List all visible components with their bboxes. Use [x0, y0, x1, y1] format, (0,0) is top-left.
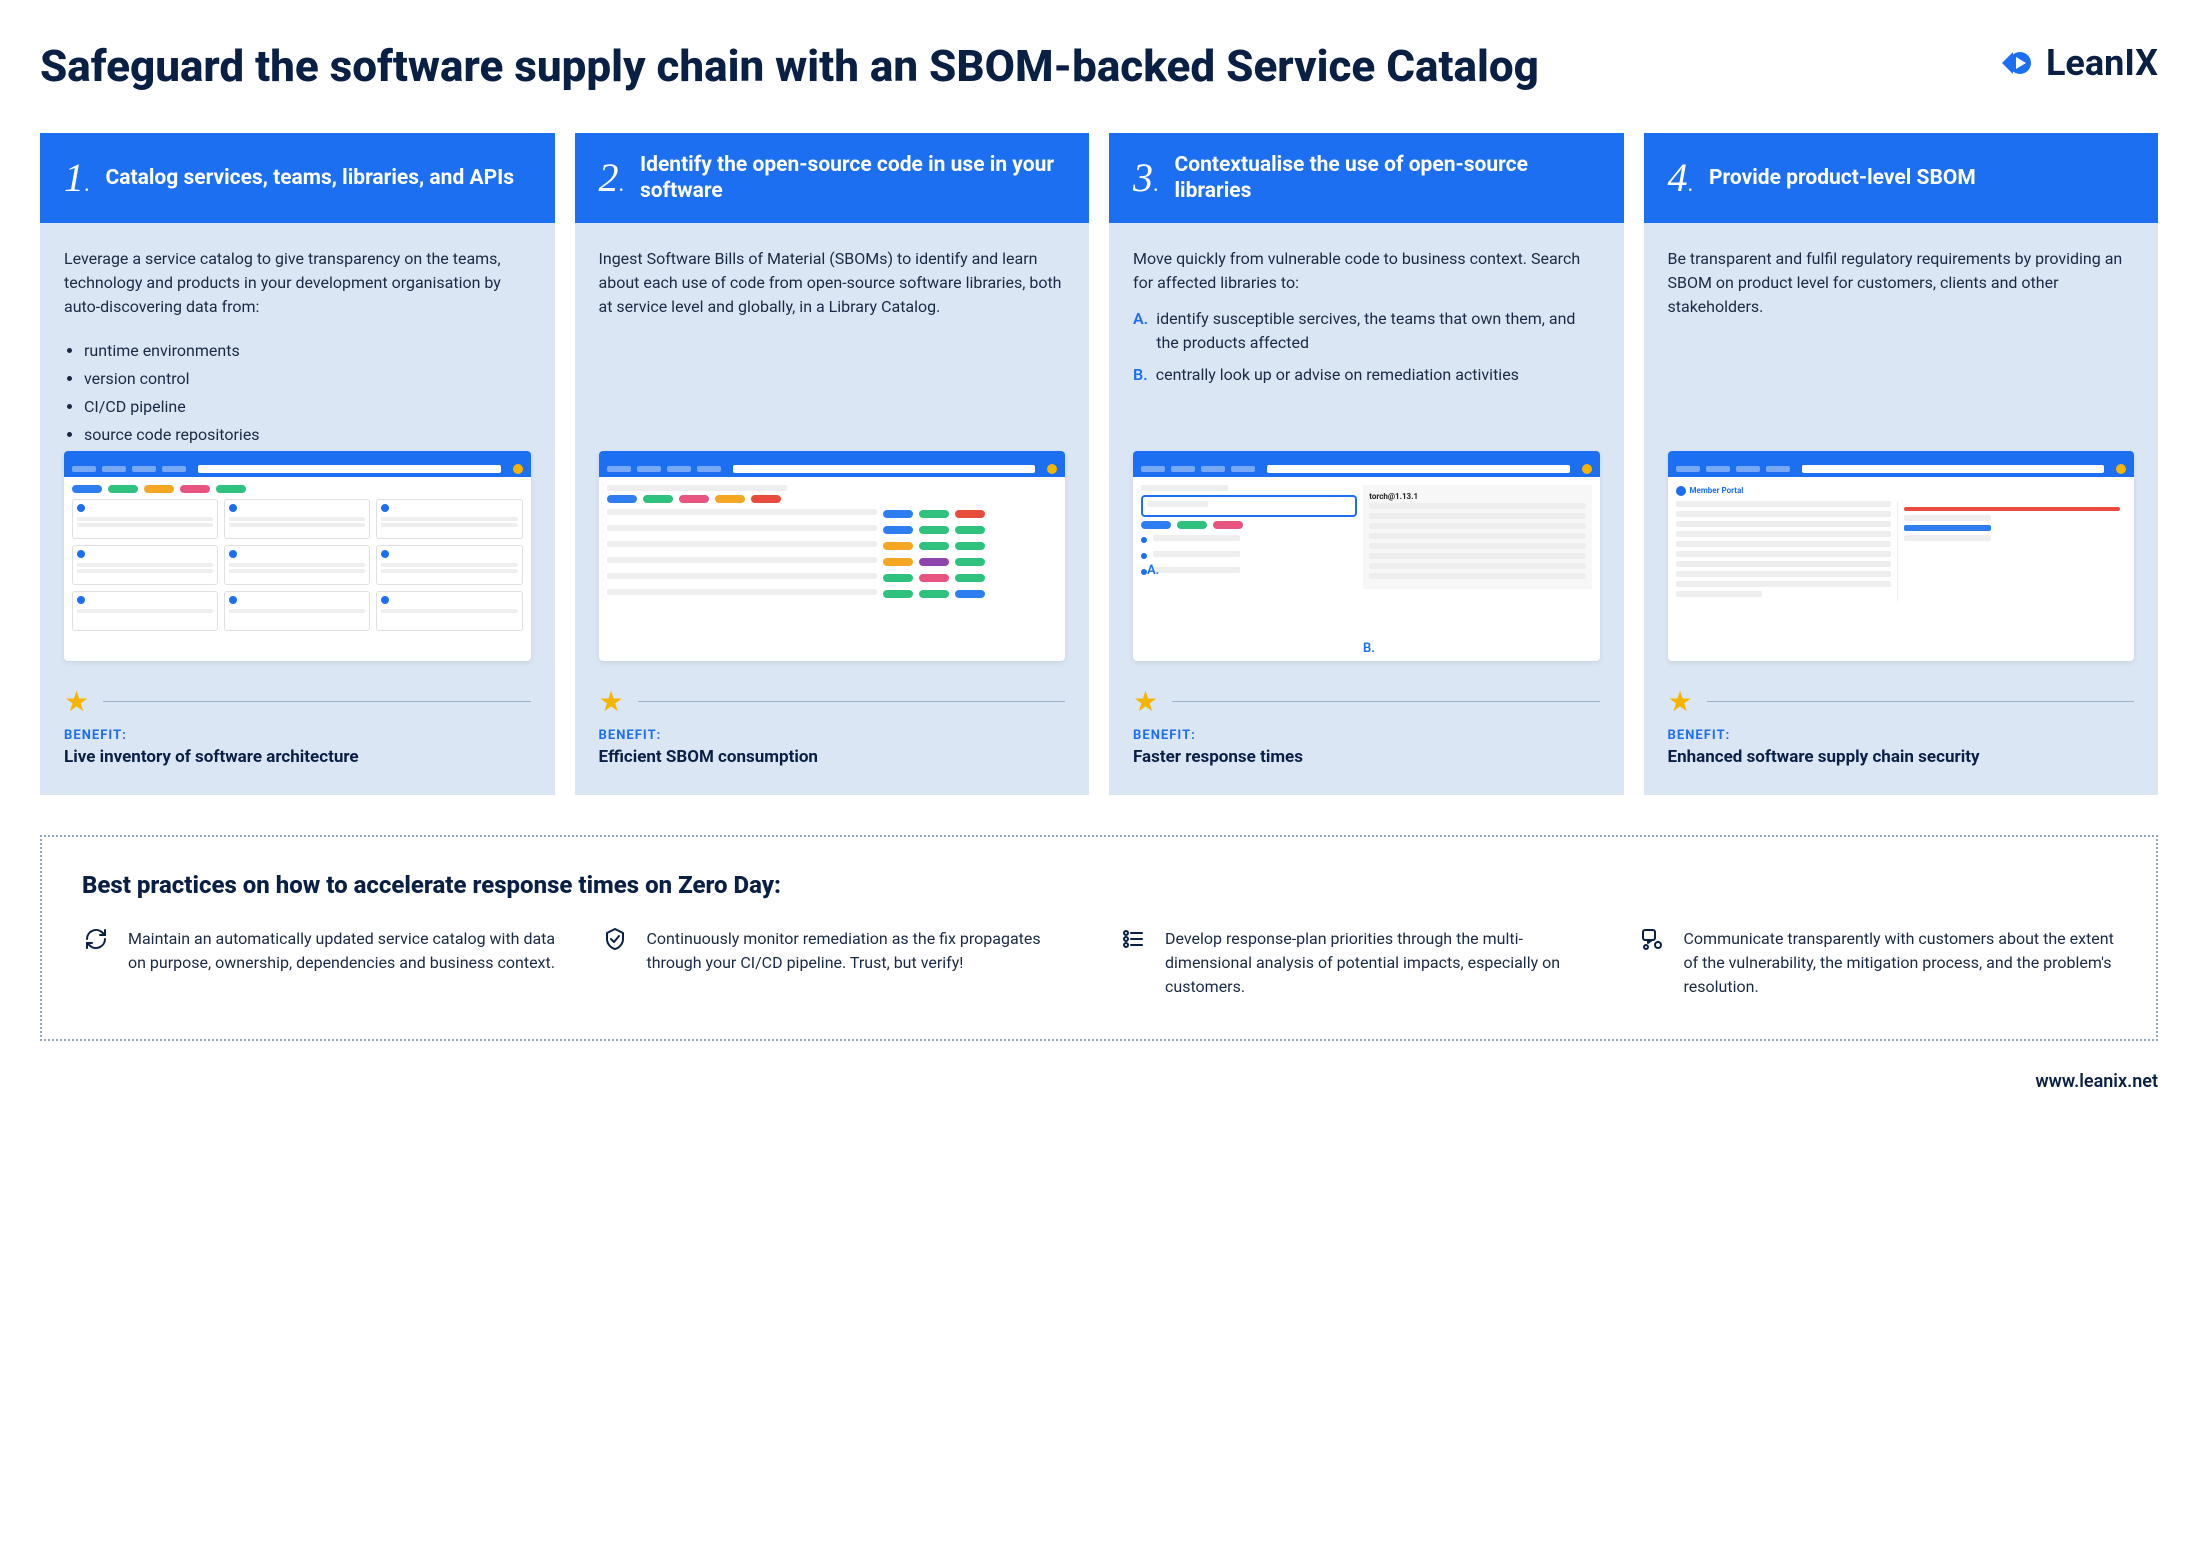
- card-2: 2. Identify the open-source code in use …: [575, 133, 1090, 795]
- bp-text: Maintain an automatically updated servic…: [128, 927, 561, 999]
- star-icon: ★: [599, 685, 624, 718]
- card-4-screenshot: Member Portal: [1668, 451, 2135, 661]
- card-2-desc: Ingest Software Bills of Material (SBOMs…: [599, 247, 1066, 319]
- bp-item-1: Maintain an automatically updated servic…: [82, 927, 561, 999]
- brand-name: LeanIX: [2046, 42, 2158, 84]
- bp-text: Communicate transparently with customers…: [1684, 927, 2117, 999]
- bp-text: Develop response-plan priorities through…: [1165, 927, 1598, 999]
- benefit-label: BENEFIT:: [1133, 728, 1600, 743]
- list-item: version control: [84, 367, 531, 391]
- card-4-benefit: Enhanced software supply chain security: [1668, 747, 2135, 767]
- card-2-benefit: Efficient SBOM consumption: [599, 747, 1066, 767]
- bp-item-3: Develop response-plan priorities through…: [1119, 927, 1598, 999]
- cards-row: 1. Catalog services, teams, libraries, a…: [40, 133, 2158, 795]
- card-3-title: Contextualise the use of open-source lib…: [1175, 152, 1600, 205]
- star-icon: ★: [64, 685, 89, 718]
- best-practices-title: Best practices on how to accelerate resp…: [82, 871, 2116, 899]
- ss-product-title: Member Portal: [1690, 485, 1744, 497]
- card-2-divider: ★: [575, 685, 1090, 728]
- card-3-header: 3. Contextualise the use of open-source …: [1109, 133, 1624, 223]
- card-4-divider: ★: [1644, 685, 2159, 728]
- benefit-label: BENEFIT:: [599, 728, 1066, 743]
- card-3: 3. Contextualise the use of open-source …: [1109, 133, 1624, 795]
- ol-letter: A.: [1133, 307, 1148, 355]
- ol-text: identify susceptible sercives, the teams…: [1156, 307, 1599, 355]
- star-icon: ★: [1668, 685, 1693, 718]
- card-2-screenshot: [599, 451, 1066, 661]
- card-2-header: 2. Identify the open-source code in use …: [575, 133, 1090, 223]
- screenshot-label-b: B.: [1363, 639, 1375, 659]
- page-title: Safeguard the software supply chain with…: [40, 40, 1539, 93]
- star-icon: ★: [1133, 685, 1158, 718]
- screenshot-label-a: A.: [1147, 561, 1159, 581]
- brand-logo: LeanIX: [1990, 40, 2158, 86]
- card-1-number: 1.: [64, 154, 90, 201]
- card-3-screenshot: torch@1.13.1 A. B.: [1133, 451, 1600, 661]
- card-3-ordered-list: A.identify susceptible sercives, the tea…: [1133, 307, 1600, 395]
- card-1: 1. Catalog services, teams, libraries, a…: [40, 133, 555, 795]
- shield-check-icon: [601, 927, 629, 955]
- bp-text: Continuously monitor remediation as the …: [647, 927, 1080, 999]
- card-1-bullets: runtime environments version control CI/…: [64, 339, 531, 451]
- list-item: source code repositories: [84, 423, 531, 447]
- card-2-number: 2.: [599, 154, 625, 201]
- card-3-desc: Move quickly from vulnerable code to bus…: [1133, 247, 1600, 295]
- card-3-number: 3.: [1133, 154, 1159, 201]
- card-1-header: 1. Catalog services, teams, libraries, a…: [40, 133, 555, 223]
- page-header: Safeguard the software supply chain with…: [40, 40, 2158, 93]
- footer-url: www.leanix.net: [40, 1071, 2158, 1092]
- communicate-icon: [1638, 927, 1666, 955]
- card-4-desc: Be transparent and fulfil regulatory req…: [1668, 247, 2135, 319]
- card-1-desc: Leverage a service catalog to give trans…: [64, 247, 531, 319]
- ss-panel-title: torch@1.13.1: [1369, 491, 1585, 503]
- card-3-divider: ★: [1109, 685, 1624, 728]
- card-4: 4. Provide product-level SBOM Be transpa…: [1644, 133, 2159, 795]
- leanix-logo-icon: [1990, 40, 2036, 86]
- card-1-screenshot: [64, 451, 531, 661]
- card-4-header: 4. Provide product-level SBOM: [1644, 133, 2159, 223]
- card-4-number: 4.: [1668, 154, 1694, 201]
- card-2-title: Identify the open-source code in use in …: [640, 152, 1065, 205]
- ol-text: centrally look up or advise on remediati…: [1156, 363, 1519, 387]
- benefit-label: BENEFIT:: [1668, 728, 2135, 743]
- benefit-label: BENEFIT:: [64, 728, 531, 743]
- priority-list-icon: [1119, 927, 1147, 955]
- card-1-title: Catalog services, teams, libraries, and …: [106, 165, 515, 191]
- bp-item-4: Communicate transparently with customers…: [1638, 927, 2117, 999]
- list-item: runtime environments: [84, 339, 531, 363]
- refresh-icon: [82, 927, 110, 955]
- best-practices-box: Best practices on how to accelerate resp…: [40, 835, 2158, 1041]
- card-1-divider: ★: [40, 685, 555, 728]
- bp-item-2: Continuously monitor remediation as the …: [601, 927, 1080, 999]
- ol-letter: B.: [1133, 363, 1148, 387]
- card-3-benefit: Faster response times: [1133, 747, 1600, 767]
- list-item: CI/CD pipeline: [84, 395, 531, 419]
- card-1-benefit: Live inventory of software architecture: [64, 747, 531, 767]
- card-4-title: Provide product-level SBOM: [1709, 165, 1976, 191]
